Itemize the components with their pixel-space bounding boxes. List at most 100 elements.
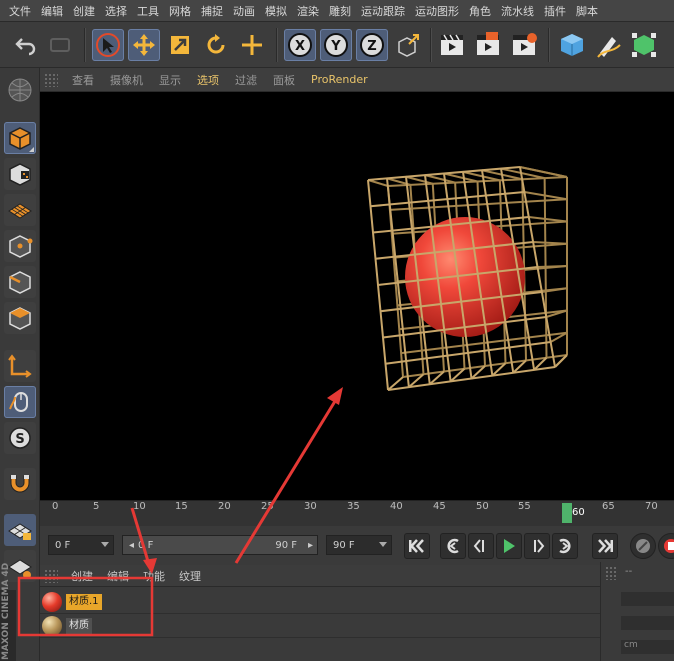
move-icon[interactable] [128,29,160,61]
coordinate-field[interactable]: cm [621,640,674,654]
material-menu-edit[interactable]: 编辑 [100,568,136,584]
lattice-edge [537,265,568,268]
prev-key-button[interactable] [440,533,466,559]
menu-create[interactable]: 创建 [68,3,100,19]
autokey-button[interactable] [658,533,674,559]
pen-icon[interactable] [592,29,624,61]
menu-tools[interactable]: 工具 [132,3,164,19]
material-item[interactable]: 材质 [40,614,638,638]
render-settings-icon[interactable] [508,29,540,61]
menu-render[interactable]: 渲染 [292,3,324,19]
scale-icon[interactable] [164,29,196,61]
menu-animate[interactable]: 动画 [228,3,260,19]
skip-end-icon [598,539,613,553]
viewport-menu-options[interactable]: 选项 [189,72,227,88]
texture-mode-icon[interactable] [4,158,36,190]
rotate-icon[interactable] [200,29,232,61]
end-frame-field[interactable]: 90 F [326,535,392,555]
main-toolbar: X Y Z [0,22,674,68]
chevron-left-icon[interactable]: ◂ [129,540,134,551]
svg-text:S: S [15,432,24,447]
menu-character[interactable]: 角色 [464,3,496,19]
svg-text:X: X [295,39,305,54]
chevron-down-icon[interactable] [379,542,387,547]
points-mode-icon[interactable] [4,230,36,262]
material-label[interactable]: 材质.1 [66,594,102,610]
globe-icon[interactable] [4,74,36,106]
grip-handle[interactable] [44,72,58,87]
prev-frame-button[interactable] [468,533,494,559]
coordinate-field[interactable] [621,592,674,606]
workplane-mode-icon[interactable] [4,194,36,226]
x-axis-icon[interactable]: X [284,29,316,61]
viewport-menu-prorender[interactable]: ProRender [303,73,376,86]
material-menu-create[interactable]: 创建 [64,568,100,584]
cube-icon[interactable] [556,29,588,61]
menu-mesh[interactable]: 网格 [164,3,196,19]
workplane-lock-icon[interactable] [4,514,36,546]
menu-file[interactable]: 文件 [4,3,36,19]
menu-simulate[interactable]: 模拟 [260,3,292,19]
redo-icon[interactable] [44,29,76,61]
next-key-button[interactable] [552,533,578,559]
axis-mode-icon[interactable] [4,350,36,382]
transform-icon[interactable] [236,29,268,61]
start-frame-field[interactable]: 0 F [48,535,114,555]
playhead[interactable] [562,503,572,523]
render-picture-viewer-icon[interactable] [472,29,504,61]
frame-range-slider[interactable]: ◂ 0 F 90 F ▸ [122,535,318,555]
next-frame-button[interactable] [524,533,550,559]
tweak-mode-icon[interactable] [4,386,36,418]
grip-handle[interactable] [605,566,617,580]
lattice-edge [533,241,568,245]
menu-snap[interactable]: 捕捉 [196,3,228,19]
record-keys-button[interactable] [630,533,656,559]
snap-icon[interactable]: S [4,422,36,454]
menu-mograph[interactable]: 运动图形 [410,3,464,19]
timeline-ruler[interactable]: 0 5 10 15 20 25 30 35 40 45 50 55 60 65 … [40,500,674,526]
menu-motion-tracker[interactable]: 运动跟踪 [356,3,410,19]
viewport-menu-cameras[interactable]: 摄像机 [102,72,151,88]
play-icon [504,539,515,553]
menu-sculpt[interactable]: 雕刻 [324,3,356,19]
viewport-menu-panel[interactable]: 面板 [265,72,303,88]
coordinate-system-icon[interactable] [392,29,424,61]
timeline-tick: 25 [261,501,274,512]
subdivision-icon[interactable] [628,29,660,61]
material-menu-texture[interactable]: 纹理 [172,568,208,584]
chevron-down-icon[interactable] [101,542,109,547]
material-menu-function[interactable]: 功能 [136,568,172,584]
next-key-icon [559,538,571,554]
material-preview-icon[interactable] [42,616,62,636]
magnet-icon[interactable] [4,468,36,500]
material-preview-icon[interactable] [42,592,62,612]
material-item[interactable]: 材质.1 [40,590,638,614]
grip-handle[interactable] [44,568,58,583]
model-mode-icon[interactable] [4,122,36,154]
viewport-menu-view[interactable]: 查看 [64,72,102,88]
play-button[interactable] [496,533,522,559]
viewport-menu-filter[interactable]: 过滤 [227,72,265,88]
select-arrow-icon[interactable] [92,29,124,61]
edges-mode-icon[interactable] [4,266,36,298]
coordinate-field[interactable] [621,616,674,630]
prev-frame-icon [473,539,484,553]
material-label[interactable]: 材质 [66,618,92,634]
lattice-edge [387,366,556,391]
menu-script[interactable]: 脚本 [571,3,603,19]
menu-plugins[interactable]: 插件 [539,3,571,19]
menu-edit[interactable]: 编辑 [36,3,68,19]
viewport-menu-display[interactable]: 显示 [151,72,189,88]
chevron-right-icon[interactable]: ▸ [308,540,313,551]
render-view-icon[interactable] [436,29,468,61]
menu-select[interactable]: 选择 [100,3,132,19]
z-axis-icon[interactable]: Z [356,29,388,61]
y-axis-icon[interactable]: Y [320,29,352,61]
menu-pipeline[interactable]: 流水线 [496,3,539,19]
polygons-mode-icon[interactable] [4,302,36,334]
timeline-tick: 15 [175,501,188,512]
goto-end-button[interactable] [592,533,618,559]
undo-icon[interactable] [10,29,42,61]
goto-start-button[interactable] [404,533,430,559]
viewport[interactable] [40,92,674,500]
